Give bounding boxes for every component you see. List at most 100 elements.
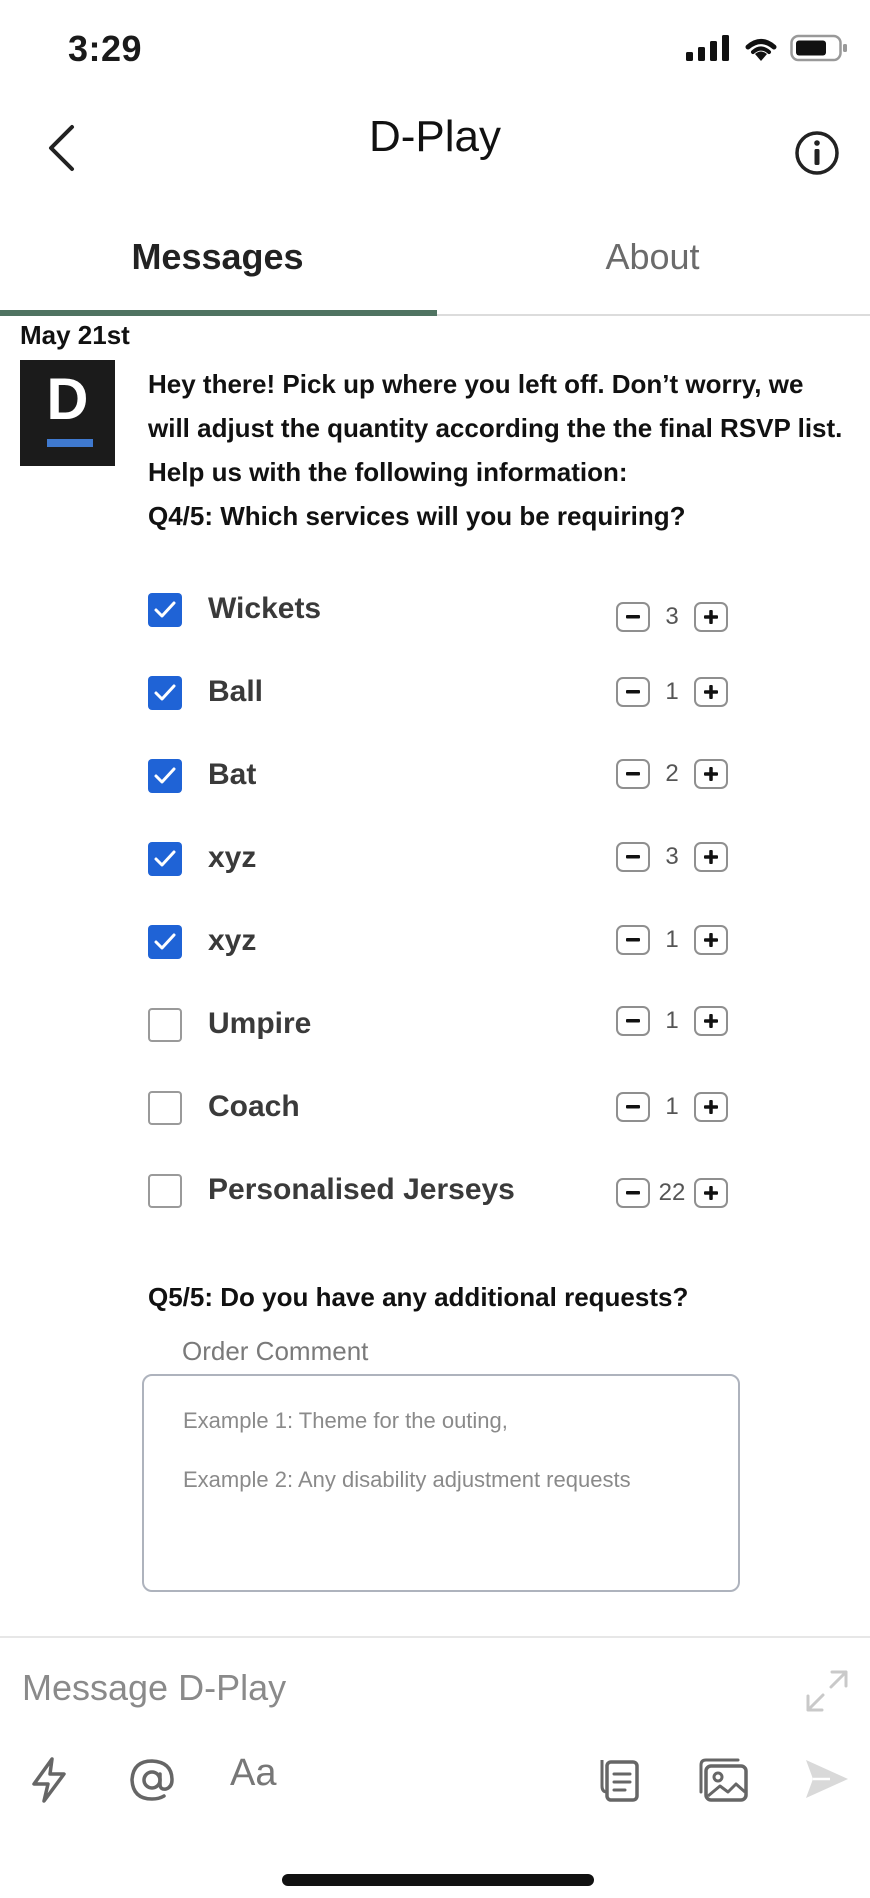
plus-icon <box>704 1100 718 1114</box>
quantity-value: 1 <box>665 678 679 705</box>
increment-button[interactable] <box>694 1178 728 1208</box>
message-line: will adjust the quantity according the t… <box>148 413 843 443</box>
service-label: Personalised Jerseys <box>208 1173 515 1206</box>
minus-icon <box>626 1019 640 1023</box>
decrement-button[interactable] <box>616 842 650 872</box>
quantity-stepper: 3 <box>616 842 728 872</box>
decrement-button[interactable] <box>616 677 650 707</box>
decrement-button[interactable] <box>616 1092 650 1122</box>
status-icons <box>686 34 848 62</box>
status-time: 3:29 <box>68 28 143 69</box>
send-icon <box>806 1760 848 1798</box>
decrement-button[interactable] <box>616 925 650 955</box>
increment-button[interactable] <box>694 759 728 789</box>
expand-icon <box>806 1670 848 1712</box>
service-checkbox[interactable] <box>148 1174 182 1208</box>
service-label: Coach <box>208 1090 300 1123</box>
quantity-stepper: 3 <box>616 602 728 632</box>
quantity-value: 1 <box>665 926 679 953</box>
service-label: Wickets <box>208 592 322 625</box>
quantity-value: 3 <box>665 843 679 870</box>
service-checkbox[interactable] <box>148 1008 182 1042</box>
mention-button[interactable] <box>128 1756 176 1809</box>
quantity-value: 3 <box>665 603 679 630</box>
wifi-icon <box>745 39 777 61</box>
shortcuts-button[interactable] <box>28 1756 70 1809</box>
decrement-button[interactable] <box>616 1006 650 1036</box>
question-5: Q5/5: Do you have any additional request… <box>148 1282 689 1312</box>
home-indicator <box>282 1874 594 1886</box>
checkmark-icon <box>154 933 176 950</box>
comment-placeholder-line-2: Example 2: Any disability adjustment req… <box>183 1467 631 1492</box>
page-title: D-Play <box>368 112 502 161</box>
composer-divider <box>0 1636 870 1638</box>
decrement-button[interactable] <box>616 759 650 789</box>
message-line: Q4/5: Which services will you be requiri… <box>148 501 686 531</box>
at-icon <box>130 1759 174 1801</box>
info-icon <box>795 131 839 175</box>
clipboard-icon <box>600 1760 639 1802</box>
order-comment-label: Order Comment <box>170 1336 381 1367</box>
tab-messages[interactable]: Messages <box>0 236 435 278</box>
tab-about[interactable]: About <box>435 236 870 278</box>
service-checkbox[interactable] <box>148 759 182 793</box>
lightning-icon <box>32 1757 66 1803</box>
quantity-value: 22 <box>658 1179 686 1206</box>
service-checkbox[interactable] <box>148 925 182 959</box>
checkmark-icon <box>154 601 176 618</box>
increment-button[interactable] <box>694 1092 728 1122</box>
signal-icon <box>686 35 729 61</box>
plus-icon <box>704 933 718 947</box>
plus-icon <box>704 1186 718 1200</box>
info-button[interactable] <box>794 130 840 181</box>
formatting-button[interactable]: Aa <box>230 1752 276 1795</box>
minus-icon <box>626 690 640 694</box>
increment-button[interactable] <box>694 1006 728 1036</box>
minus-icon <box>626 938 640 942</box>
increment-button[interactable] <box>694 677 728 707</box>
message-line: Help us with the following information: <box>148 457 628 487</box>
quantity-value: 1 <box>665 1093 679 1120</box>
service-checkbox[interactable] <box>148 842 182 876</box>
quantity-value: 2 <box>665 760 679 787</box>
checkmark-icon <box>154 767 176 784</box>
comment-placeholder-line-1: Example 1: Theme for the outing, <box>183 1408 508 1433</box>
service-label: xyz <box>208 924 257 957</box>
send-button[interactable] <box>804 1756 850 1807</box>
service-label: xyz <box>208 841 257 874</box>
quantity-stepper: 1 <box>616 1092 728 1122</box>
decrement-button[interactable] <box>616 1178 650 1208</box>
checkmark-icon <box>154 850 176 867</box>
plus-icon <box>704 1014 718 1028</box>
quantity-stepper: 1 <box>616 677 728 707</box>
plus-icon <box>704 767 718 781</box>
increment-button[interactable] <box>694 602 728 632</box>
decrement-button[interactable] <box>616 602 650 632</box>
date-divider: May 21st <box>20 320 130 350</box>
tab-active-indicator <box>0 310 437 316</box>
minus-icon <box>626 615 640 619</box>
attach-file-button[interactable] <box>598 1756 642 1809</box>
avatar-letter: D <box>46 367 89 432</box>
quantity-stepper: 1 <box>616 925 728 955</box>
service-checkbox[interactable] <box>148 676 182 710</box>
attach-image-button[interactable] <box>698 1756 750 1809</box>
service-checkbox[interactable] <box>148 593 182 627</box>
service-label: Ball <box>208 675 264 708</box>
bot-message: Hey there! Pick up where you left off. D… <box>148 362 848 538</box>
expand-button[interactable] <box>804 1668 850 1719</box>
quantity-stepper: 2 <box>616 759 728 789</box>
service-checkbox[interactable] <box>148 1091 182 1125</box>
minus-icon <box>626 855 640 859</box>
quantity-stepper: 1 <box>616 1006 728 1036</box>
minus-icon <box>626 1191 640 1195</box>
message-line: Hey there! Pick up where you left off. D… <box>148 369 804 399</box>
increment-button[interactable] <box>694 842 728 872</box>
message-input[interactable] <box>22 1660 762 1716</box>
battery-icon <box>790 34 847 62</box>
quantity-stepper: 22 <box>616 1178 728 1208</box>
increment-button[interactable] <box>694 925 728 955</box>
plus-icon <box>704 685 718 699</box>
avatar[interactable]: D <box>20 360 115 466</box>
minus-icon <box>626 772 640 776</box>
